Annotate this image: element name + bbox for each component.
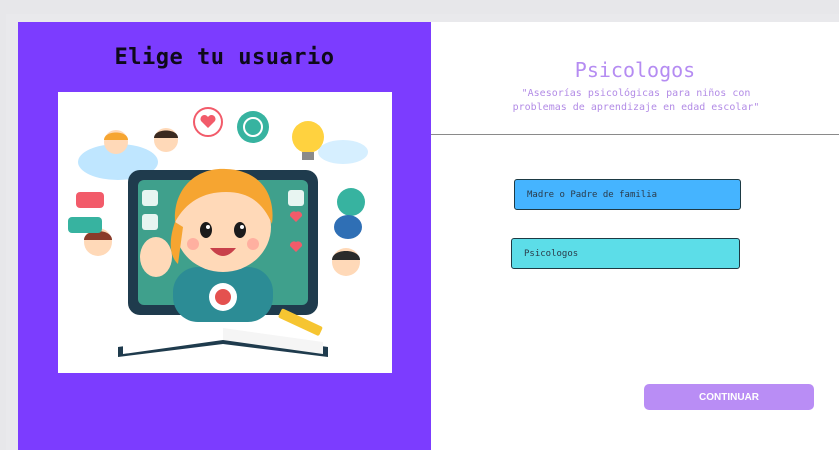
right-panel: Psicologos "Asesorías psicológicas para …: [431, 22, 839, 450]
option-parent[interactable]: Madre o Padre de familia: [514, 179, 741, 210]
continue-button[interactable]: CONTINUAR: [644, 384, 814, 410]
continue-label: CONTINUAR: [699, 391, 759, 403]
choose-user-title: Elige tu usuario: [114, 45, 335, 70]
illustration-svg: [68, 107, 368, 357]
option-parent-label: Madre o Padre de familia: [527, 189, 658, 200]
kid-learning-illustration: [58, 92, 392, 373]
header-divider: [431, 134, 839, 135]
page-subtitle: "Asesorías psicológicas para niños con p…: [512, 88, 760, 113]
left-panel: Elige tu usuario: [18, 22, 431, 450]
option-psychologist-label: Psicologos: [524, 248, 579, 259]
page-title: Psicologos: [574, 58, 696, 82]
option-psychologist[interactable]: Psicologos: [511, 238, 740, 269]
